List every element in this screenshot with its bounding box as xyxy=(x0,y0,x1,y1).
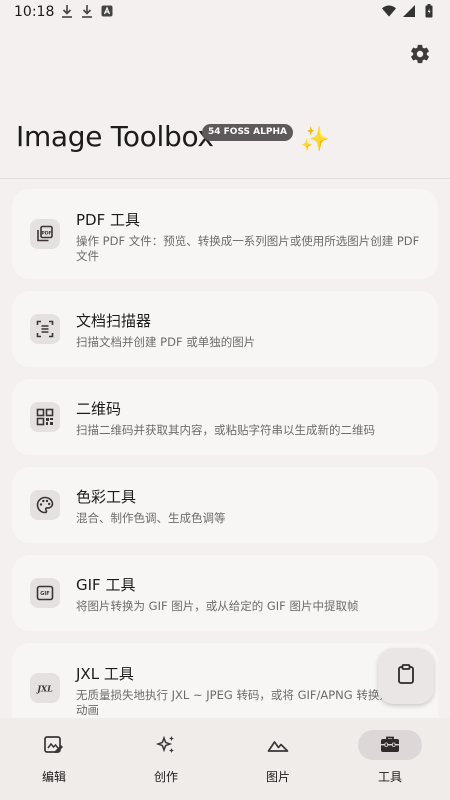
pdf-icon: PDF xyxy=(30,219,60,249)
app-a-icon xyxy=(100,4,114,18)
tool-description: 将图片转换为 GIF 图片，或从给定的 GIF 图片中提取帧 xyxy=(76,599,359,613)
download-icon xyxy=(60,4,74,18)
tool-description: 无质量损失地执行 JXL ~ JPEG 转码，或将 GIF/APNG 转换为 J… xyxy=(76,688,413,717)
document-scanner-icon xyxy=(30,314,60,344)
sparkles-icon xyxy=(134,730,198,760)
status-time: 10:18 xyxy=(14,4,55,20)
nav-item-edit[interactable]: 编辑 xyxy=(0,730,112,790)
qr-code-icon xyxy=(30,402,60,432)
palette-icon xyxy=(30,490,60,520)
landscape-icon xyxy=(246,730,310,760)
svg-text:GIF: GIF xyxy=(40,591,49,597)
settings-button[interactable] xyxy=(406,42,434,70)
svg-text:PDF: PDF xyxy=(41,231,51,237)
tool-card-document-scanner[interactable]: 文档扫描器 扫描文档并创建 PDF 或单独的图片 xyxy=(12,291,438,367)
clipboard-button[interactable] xyxy=(378,648,434,704)
app-title: Image Toolbox xyxy=(16,120,214,153)
svg-text:JXL: JXL xyxy=(36,684,53,694)
nav-label: 编辑 xyxy=(41,770,66,784)
tool-card-qr-code[interactable]: 二维码 扫描二维码并获取其内容，或粘贴字符串以生成新的二维码 xyxy=(12,379,438,455)
tool-list: PDF PDF 工具 操作 PDF 文件：预览、转换成一系列图片或使用所选图片创… xyxy=(0,178,450,719)
app-screen: 10:18 Image Toolbox 54 FOSS ALPHA ✨ PDF … xyxy=(0,0,450,800)
edit-image-icon xyxy=(22,730,86,760)
nav-label: 图片 xyxy=(265,770,290,784)
nav-label: 工具 xyxy=(377,770,402,784)
jxl-icon: JXL xyxy=(30,673,60,703)
tool-title: 二维码 xyxy=(76,400,122,418)
download-icon xyxy=(80,4,94,18)
status-bar: 10:18 xyxy=(0,0,450,26)
gear-icon xyxy=(409,43,431,69)
signal-icon xyxy=(402,4,416,18)
tool-title: 色彩工具 xyxy=(76,488,137,506)
status-system-icons xyxy=(382,4,436,18)
toolbox-icon xyxy=(358,730,422,760)
gif-icon: GIF xyxy=(30,578,60,608)
clipboard-icon xyxy=(395,663,417,689)
tool-card-jxl[interactable]: JXL JXL 工具 无质量损失地执行 JXL ~ JPEG 转码，或将 GIF… xyxy=(12,643,438,719)
tool-title: 文档扫描器 xyxy=(76,312,152,330)
nav-item-create[interactable]: 创作 xyxy=(112,730,224,790)
tool-card-gif[interactable]: GIF GIF 工具 将图片转换为 GIF 图片，或从给定的 GIF 图片中提取… xyxy=(12,555,438,631)
status-notification-icons xyxy=(60,4,114,18)
tool-card-color-tools[interactable]: 色彩工具 混合、制作色调、生成色调等 xyxy=(12,467,438,543)
tool-description: 操作 PDF 文件：预览、转换成一系列图片或使用所选图片创建 PDF 文件 xyxy=(76,234,420,263)
bottom-navigation: 编辑 创作 图片 工具 xyxy=(0,718,450,800)
tool-title: JXL 工具 xyxy=(76,665,134,683)
nav-label: 创作 xyxy=(153,770,178,784)
nav-item-images[interactable]: 图片 xyxy=(224,730,336,790)
tool-description: 混合、制作色调、生成色调等 xyxy=(76,511,226,525)
nav-item-tools[interactable]: 工具 xyxy=(336,730,448,790)
battery-icon xyxy=(422,4,436,18)
tool-description: 扫描文档并创建 PDF 或单独的图片 xyxy=(76,335,256,349)
wifi-icon xyxy=(382,4,396,18)
tool-title: PDF 工具 xyxy=(76,211,140,229)
sparkle-button[interactable]: ✨ xyxy=(300,124,330,154)
tool-title: GIF 工具 xyxy=(76,576,136,594)
tool-card-pdf[interactable]: PDF PDF 工具 操作 PDF 文件：预览、转换成一系列图片或使用所选图片创… xyxy=(12,189,438,279)
version-badge: 54 FOSS ALPHA xyxy=(202,124,293,141)
tool-description: 扫描二维码并获取其内容，或粘贴字符串以生成新的二维码 xyxy=(76,423,375,437)
